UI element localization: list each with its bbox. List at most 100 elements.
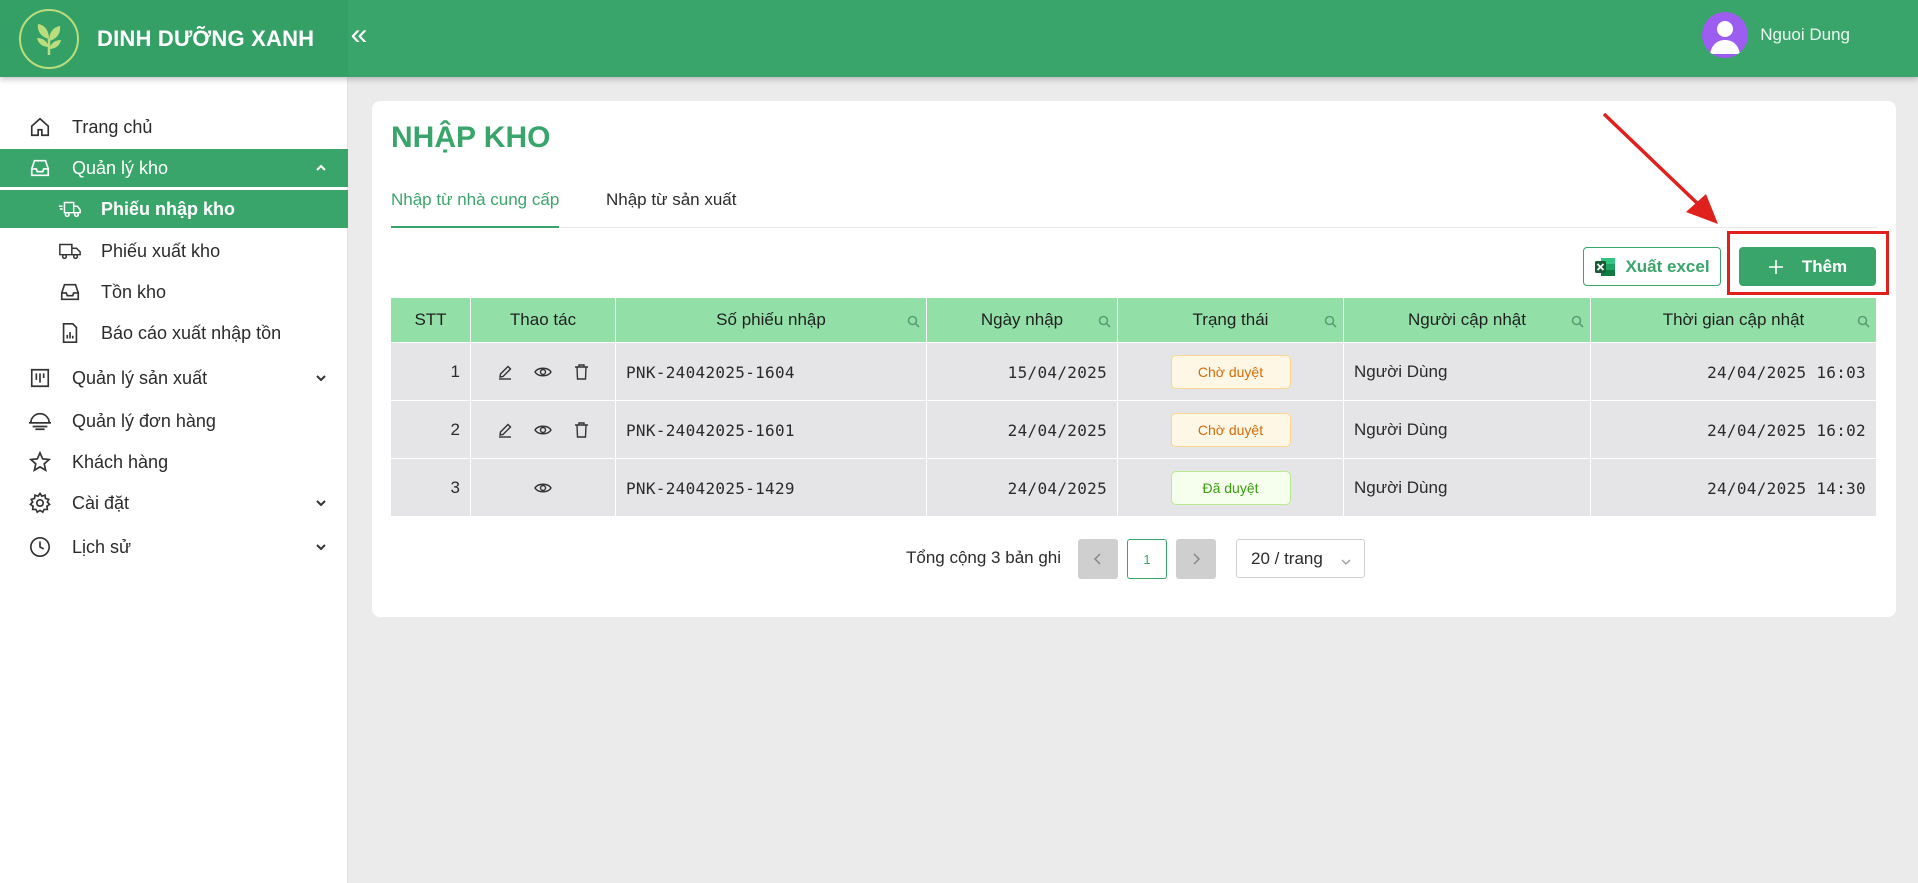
row-updated: 24/04/2025 16:02	[1707, 420, 1866, 440]
column-header: Người cập nhật	[1344, 298, 1591, 342]
column-header: Ngày nhập	[927, 298, 1118, 342]
sidebar-item-export-receipt[interactable]: Phiếu xuất kho	[0, 232, 348, 270]
sidebar-item-settings[interactable]: Cài đặt	[0, 484, 348, 522]
row-stt: 2	[391, 401, 471, 459]
row-date: 24/04/2025	[927, 459, 1118, 517]
sidebar-item-label: Quản lý kho	[72, 157, 169, 178]
sidebar-item-label: Tồn kho	[101, 281, 167, 302]
truck-in-icon	[58, 197, 82, 221]
brand-name: DINH DƯỠNG XANH	[97, 25, 315, 51]
import-table: STT Thao tác Số phiếu nhập Ngày nhập Trạ…	[391, 298, 1876, 517]
sidebar-item-label: Quản lý sản xuất	[72, 367, 208, 388]
chevron-up-icon	[314, 161, 328, 175]
chevron-down-icon	[314, 371, 328, 385]
row-updated: 24/04/2025 16:03	[1707, 362, 1866, 382]
table-header: STT Thao tác Số phiếu nhập Ngày nhập Trạ…	[391, 298, 1876, 342]
row-actions	[471, 459, 616, 517]
sidebar-item-report[interactable]: Báo cáo xuất nhập tồn	[0, 314, 348, 352]
search-icon[interactable]	[1324, 313, 1337, 328]
next-page-button[interactable]	[1176, 539, 1216, 579]
status-badge: Đã duyệt	[1170, 471, 1291, 505]
inbox-icon	[58, 280, 82, 304]
table-row: 1 PNK-24042025-1604 15/04/2025 Chờ duyệt…	[391, 342, 1876, 401]
row-status-cell: Chờ duyệt	[1118, 343, 1344, 401]
user-name: Nguoi Dung	[1760, 25, 1850, 44]
user-menu[interactable]: Nguoi Dung	[1702, 12, 1850, 58]
export-excel-button[interactable]: Xuất excel	[1583, 247, 1721, 286]
edit-icon[interactable]	[495, 362, 515, 382]
search-icon[interactable]	[1571, 313, 1584, 328]
row-actions	[471, 343, 616, 401]
table-row: 2 PNK-24042025-1601 24/04/2025 Chờ duyệt…	[391, 400, 1876, 459]
collapse-sidebar-icon[interactable]: «	[348, 20, 370, 50]
sidebar-item-warehouse[interactable]: Quản lý kho	[0, 149, 348, 187]
column-header: Số phiếu nhập	[616, 298, 927, 342]
tab-production-import[interactable]: Nhập từ sản xuất	[606, 190, 736, 228]
sidebar-item-label: Lịch sử	[72, 536, 132, 557]
prev-page-button[interactable]	[1078, 539, 1118, 579]
eye-icon[interactable]	[533, 420, 553, 440]
row-user: Người Dùng	[1344, 459, 1591, 517]
row-user: Người Dùng	[1344, 401, 1591, 459]
row-actions	[471, 401, 616, 459]
sidebar-item-label: Khách hàng	[72, 451, 169, 472]
top-header: DINH DƯỠNG XANH « Nguoi Dung	[0, 0, 1918, 77]
page-size-value: 20 / trang	[1251, 548, 1323, 568]
sidebar-item-label: Quản lý đơn hàng	[72, 410, 216, 431]
sidebar-item-orders[interactable]: Quản lý đơn hàng	[0, 402, 348, 440]
sidebar-item-history[interactable]: Lịch sử	[0, 528, 348, 566]
sidebar-item-customers[interactable]: Khách hàng	[0, 443, 348, 481]
clock-icon	[28, 535, 52, 559]
chevron-down-icon	[314, 540, 328, 554]
chevron-down-icon	[314, 496, 328, 510]
inbox-icon	[28, 156, 52, 180]
tab-supplier-import[interactable]: Nhập từ nhà cung cấp	[391, 190, 560, 228]
eye-icon[interactable]	[533, 478, 553, 498]
sidebar-item-label: Báo cáo xuất nhập tồn	[101, 322, 282, 343]
table-row: 3 PNK-24042025-1429 24/04/2025 Đã duyệt …	[391, 458, 1876, 517]
search-icon[interactable]	[907, 313, 920, 328]
excel-icon	[1594, 256, 1616, 278]
sidebar-item-label: Phiếu xuất kho	[101, 240, 221, 261]
truck-icon	[58, 239, 82, 263]
sidebar-item-label: Cài đặt	[72, 492, 130, 513]
column-header: Trạng thái	[1118, 298, 1344, 342]
eye-icon[interactable]	[533, 362, 553, 382]
sidebar-item-home[interactable]: Trang chủ	[0, 108, 348, 146]
page-number-button[interactable]: 1	[1127, 539, 1167, 579]
row-stt: 3	[391, 459, 471, 517]
factory-icon	[28, 366, 52, 390]
sidebar-item-inventory[interactable]: Tồn kho	[0, 273, 348, 311]
edit-icon[interactable]	[495, 420, 515, 440]
row-user: Người Dùng	[1344, 343, 1591, 401]
avatar	[1702, 12, 1749, 58]
row-stt: 1	[391, 343, 471, 401]
brand[interactable]: DINH DƯỠNG XANH	[0, 0, 348, 77]
sidebar-item-production[interactable]: Quản lý sản xuất	[0, 359, 348, 397]
sidebar-item-label: Trang chủ	[72, 116, 153, 137]
export-excel-label: Xuất excel	[1625, 256, 1710, 276]
status-badge: Chờ duyệt	[1170, 355, 1291, 389]
report-icon	[58, 321, 82, 345]
trash-icon[interactable]	[571, 420, 591, 440]
sidebar: Trang chủ Quản lý kho Phiếu nhập kho Phi…	[0, 77, 348, 883]
row-date: 15/04/2025	[927, 343, 1118, 401]
pagination: Tổng cộng 3 bản ghi 1 20 / trang	[372, 539, 1896, 579]
logo-icon	[19, 8, 79, 69]
page-title: NHẬP KHO	[391, 121, 551, 154]
page-size-select[interactable]: 20 / trang	[1236, 539, 1365, 578]
trash-icon[interactable]	[571, 362, 591, 382]
gear-icon	[28, 491, 52, 515]
search-icon[interactable]	[1098, 313, 1111, 328]
column-header: Thao tác	[471, 298, 616, 342]
row-code: PNK-24042025-1604	[616, 343, 927, 401]
column-header: STT	[391, 298, 471, 342]
home-icon	[28, 115, 52, 139]
star-icon	[28, 450, 52, 474]
row-code: PNK-24042025-1601	[616, 401, 927, 459]
search-icon[interactable]	[1857, 313, 1870, 328]
dish-icon	[28, 409, 52, 433]
chevron-right-icon	[1193, 553, 1201, 565]
highlight-box	[1727, 231, 1889, 295]
sidebar-item-import-receipt[interactable]: Phiếu nhập kho	[0, 190, 348, 228]
